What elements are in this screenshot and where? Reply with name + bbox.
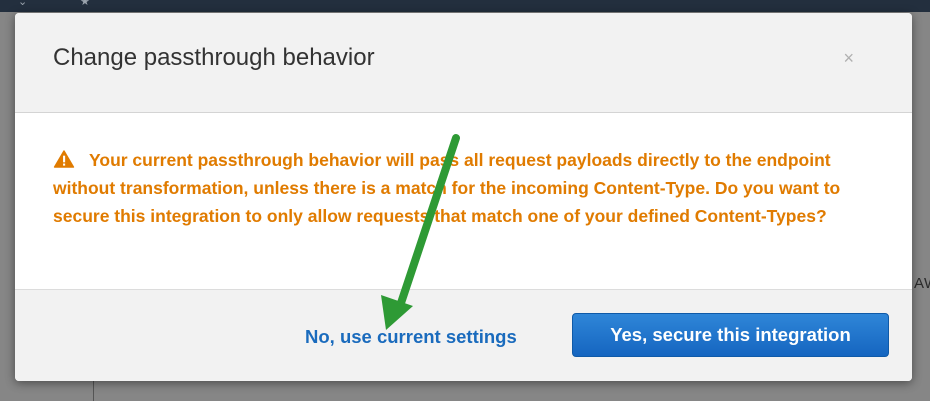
background-partial-text: AW [914,275,930,292]
warning-message: Your current passthrough behavior will p… [53,146,853,230]
close-icon[interactable]: × [843,49,854,67]
nav-icon[interactable]: ⌄ [18,0,27,8]
star-icon[interactable]: ★ [80,0,90,8]
top-navigation-bar: ⌄ ★ [0,0,930,12]
secure-integration-button[interactable]: Yes, secure this integration [572,313,889,357]
use-current-settings-button[interactable]: No, use current settings [305,326,517,348]
dialog-body: Your current passthrough behavior will p… [15,113,912,290]
dialog-title: Change passthrough behavior [53,44,375,71]
dialog-header: Change passthrough behavior × [15,13,912,113]
warning-text: Your current passthrough behavior will p… [53,150,841,226]
warning-triangle-icon [53,150,75,168]
passthrough-dialog: Change passthrough behavior × Your curre… [15,13,912,381]
dialog-footer: No, use current settings Yes, secure thi… [15,289,912,381]
background-divider [93,380,94,401]
